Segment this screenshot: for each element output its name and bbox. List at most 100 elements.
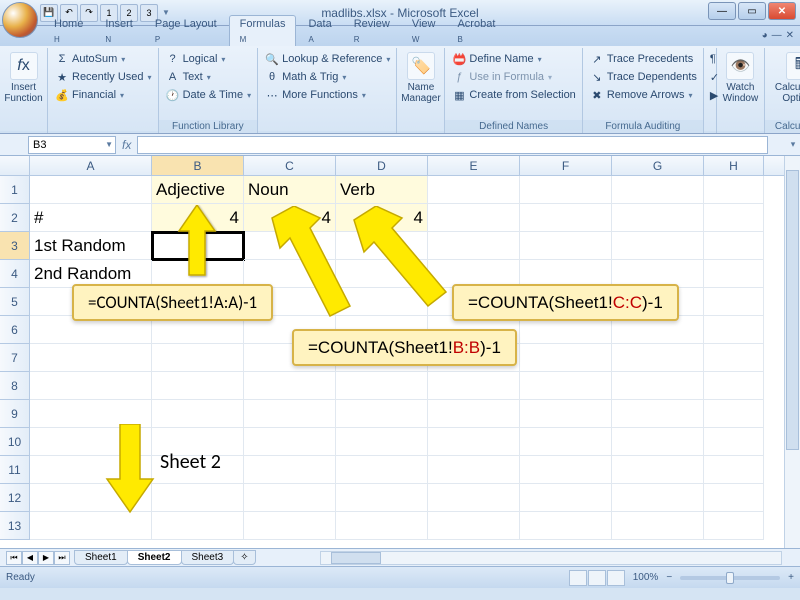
tab-review[interactable]: ReviewR [344,16,400,46]
cell-E1[interactable] [428,176,520,204]
row-header-1[interactable]: 1 [0,176,30,204]
fx-label-icon[interactable]: fx [122,138,131,152]
cell-F3[interactable] [520,232,612,260]
cell-G13[interactable] [612,512,704,540]
cell-G7[interactable] [612,344,704,372]
office-button[interactable] [2,2,38,38]
cell-A3[interactable]: 1st Random [30,232,152,260]
sheet-nav-next[interactable]: ▶ [38,551,54,565]
row-header-12[interactable]: 12 [0,484,30,512]
row-header-10[interactable]: 10 [0,428,30,456]
col-header-F[interactable]: F [520,156,612,175]
cell-G2[interactable] [612,204,704,232]
cell-F1[interactable] [520,176,612,204]
cell-B1[interactable]: Adjective [152,176,244,204]
watch-window-button[interactable]: 👁️ Watch Window [723,50,758,106]
cell-G3[interactable] [612,232,704,260]
zoom-slider[interactable] [680,576,780,580]
cell-C13[interactable] [244,512,336,540]
horizontal-scrollbar[interactable] [320,551,782,565]
cell-A1[interactable] [30,176,152,204]
lookup-button[interactable]: 🔍Lookup & Reference▾ [264,50,390,68]
cell-D9[interactable] [336,400,428,428]
cell-G10[interactable] [612,428,704,456]
cell-H10[interactable] [704,428,764,456]
cell-C8[interactable] [244,372,336,400]
tab-data[interactable]: DataA [298,16,341,46]
cell-H4[interactable] [704,260,764,288]
sheet-nav-last[interactable]: ⏭ [54,551,70,565]
use-in-formula-button[interactable]: ƒUse in Formula▾ [451,68,575,86]
cell-D10[interactable] [336,428,428,456]
calculation-options-button[interactable]: 🖩 Calculation Options [771,50,800,106]
col-header-H[interactable]: H [704,156,764,175]
cell-C10[interactable] [244,428,336,456]
cell-C12[interactable] [244,484,336,512]
cell-H7[interactable] [704,344,764,372]
zoom-level[interactable]: 100% [633,572,659,583]
cell-D11[interactable] [336,456,428,484]
row-header-3[interactable]: 3 [0,232,30,260]
col-header-B[interactable]: B [152,156,244,175]
cell-E8[interactable] [428,372,520,400]
tab-formulas[interactable]: FormulasM [229,15,297,46]
cell-F2[interactable] [520,204,612,232]
row-header-6[interactable]: 6 [0,316,30,344]
cell-B12[interactable] [152,484,244,512]
cell-C11[interactable] [244,456,336,484]
cell-B7[interactable] [152,344,244,372]
sheet-tab-sheet1[interactable]: Sheet1 [74,550,128,565]
new-sheet-button[interactable]: ✧ [233,550,255,565]
sheet-nav-prev[interactable]: ◀ [22,551,38,565]
cell-H3[interactable] [704,232,764,260]
doc-close-icon[interactable]: ✕ [786,30,794,41]
formula-input[interactable] [137,136,768,154]
cell-A13[interactable] [30,512,152,540]
more-functions-button[interactable]: ⋯More Functions▾ [264,86,390,104]
row-header-8[interactable]: 8 [0,372,30,400]
cell-E13[interactable] [428,512,520,540]
tab-view[interactable]: ViewW [402,16,446,46]
minimize-ribbon-icon[interactable]: — [772,30,782,41]
sheet-tab-sheet2[interactable]: Sheet2 [127,550,182,565]
trace-precedents-button[interactable]: ↗Trace Precedents [589,50,697,68]
cell-E11[interactable] [428,456,520,484]
row-header-2[interactable]: 2 [0,204,30,232]
col-header-E[interactable]: E [428,156,520,175]
cell-A7[interactable] [30,344,152,372]
zoom-in-button[interactable]: + [788,572,794,583]
row-header-7[interactable]: 7 [0,344,30,372]
tab-acrobat[interactable]: AcrobatB [447,16,505,46]
date-time-button[interactable]: 🕐Date & Time▾ [165,86,252,104]
cell-F7[interactable] [520,344,612,372]
text-button[interactable]: AText▾ [165,68,252,86]
financial-button[interactable]: 💰Financial▾ [54,86,152,104]
cell-C9[interactable] [244,400,336,428]
cell-G11[interactable] [612,456,704,484]
cell-H8[interactable] [704,372,764,400]
sheet-nav-first[interactable]: ⏮ [6,551,22,565]
cell-G9[interactable] [612,400,704,428]
cell-D8[interactable] [336,372,428,400]
math-trig-button[interactable]: θMath & Trig▾ [264,68,390,86]
cell-C1[interactable]: Noun [244,176,336,204]
autosum-button[interactable]: ΣAutoSum▾ [54,50,152,68]
scroll-thumb[interactable] [331,552,381,564]
cell-B9[interactable] [152,400,244,428]
cell-F10[interactable] [520,428,612,456]
cell-F12[interactable] [520,484,612,512]
cell-D13[interactable] [336,512,428,540]
trace-dependents-button[interactable]: ↘Trace Dependents [589,68,697,86]
logical-button[interactable]: ?Logical▾ [165,50,252,68]
cell-H13[interactable] [704,512,764,540]
row-header-5[interactable]: 5 [0,288,30,316]
name-manager-button[interactable]: 🏷️ Name Manager [403,50,438,106]
cell-A2[interactable]: # [30,204,152,232]
cell-F8[interactable] [520,372,612,400]
cell-G12[interactable] [612,484,704,512]
vertical-scrollbar[interactable] [784,156,800,548]
help-icon[interactable]: ◕ [762,30,768,41]
close-button[interactable]: ✕ [768,2,796,20]
cell-G1[interactable] [612,176,704,204]
row-header-13[interactable]: 13 [0,512,30,540]
